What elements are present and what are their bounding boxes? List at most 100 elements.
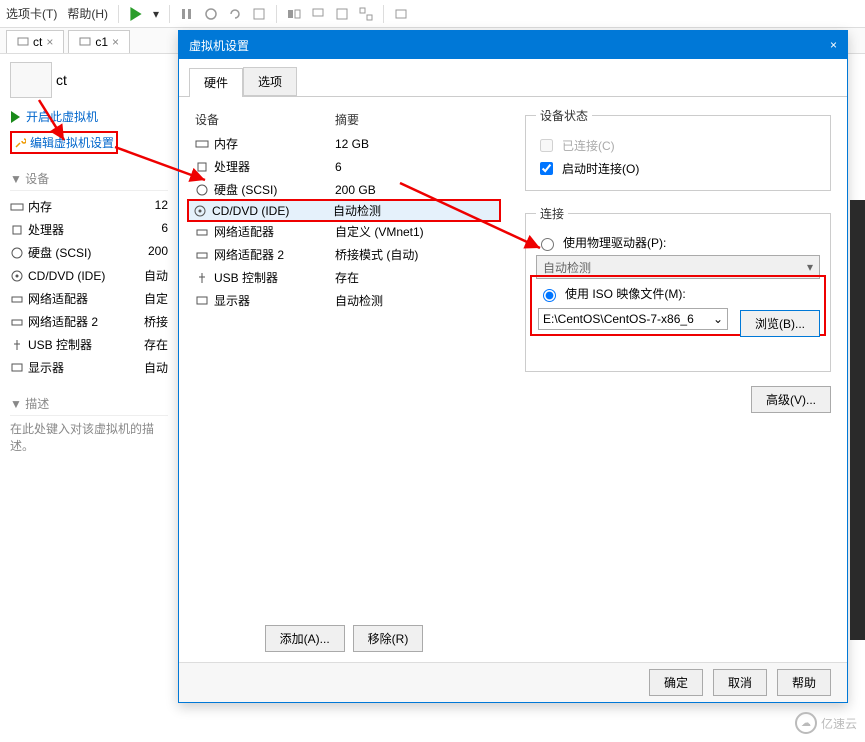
col-device-header: 设备 (195, 111, 335, 128)
edit-settings-link[interactable]: 编辑虚拟机设置 (10, 131, 168, 154)
network-icon (10, 315, 24, 329)
cloud-icon: ☁ (795, 712, 817, 734)
hw-row[interactable]: 显示器自动 (10, 356, 168, 379)
power-on-link[interactable]: 开启此虚拟机 (10, 108, 168, 125)
connected-checkbox[interactable]: 已连接(C) (536, 136, 820, 155)
close-icon[interactable]: × (112, 35, 119, 49)
unity-icon[interactable] (359, 7, 373, 21)
separator (383, 5, 384, 23)
background-strip (850, 200, 865, 640)
tab-label: c1 (95, 35, 108, 49)
wrench-icon (14, 137, 26, 149)
list-item-cddvd[interactable]: CD/DVD (IDE)自动检测 (187, 199, 501, 222)
tab-options[interactable]: 选项 (243, 67, 297, 96)
add-button[interactable]: 添加(A)... (265, 625, 345, 652)
usb-icon (10, 338, 24, 352)
display-icon (10, 361, 24, 375)
use-iso-radio[interactable]: 使用 ISO 映像文件(M): (538, 285, 818, 302)
hw-row[interactable]: CD/DVD (IDE)自动 (10, 264, 168, 287)
list-item[interactable]: 网络适配器自定义 (VMnet1) (189, 220, 499, 243)
left-hw-list: 内存12 处理器6 硬盘 (SCSI)200 CD/DVD (IDE)自动 网络… (10, 195, 168, 379)
watermark: ☁ 亿速云 (795, 712, 857, 734)
list-item[interactable]: 网络适配器 2桥接模式 (自动) (189, 243, 499, 266)
dialog-title: 虚拟机设置 (189, 37, 249, 54)
vm-icon (17, 36, 29, 48)
manage-icon[interactable] (252, 7, 266, 21)
link-label: 开启此虚拟机 (26, 108, 98, 125)
list-item[interactable]: 内存12 GB (189, 132, 499, 155)
hw-row[interactable]: 网络适配器 2桥接 (10, 310, 168, 333)
tab-ct[interactable]: ct × (6, 30, 64, 53)
devices-heading: ▼ 设备 (10, 170, 168, 191)
disk-icon (195, 183, 209, 197)
hw-row[interactable]: USB 控制器存在 (10, 333, 168, 356)
connect-at-poweron-checkbox[interactable]: 启动时连接(O) (536, 159, 820, 178)
library-icon[interactable] (394, 7, 408, 21)
revert-icon[interactable] (228, 7, 242, 21)
view2-icon[interactable] (311, 7, 325, 21)
description-placeholder[interactable]: 在此处键入对该虚拟机的描述。 (10, 420, 168, 454)
tab-hardware[interactable]: 硬件 (189, 68, 243, 97)
list-item[interactable]: 处理器6 (189, 155, 499, 178)
dialog-footer: 确定 取消 帮助 (179, 662, 847, 702)
link-label: 编辑虚拟机设置 (30, 134, 114, 151)
vm-icon (79, 36, 91, 48)
vm-thumbnail (10, 62, 52, 98)
view-icon[interactable] (287, 7, 301, 21)
hardware-list: 内存12 GB 处理器6 硬盘 (SCSI)200 GB CD/DVD (IDE… (189, 132, 499, 312)
list-item[interactable]: USB 控制器存在 (189, 266, 499, 289)
cancel-button[interactable]: 取消 (713, 669, 767, 696)
device-detail-panel: 设备状态 已连接(C) 启动时连接(O) 连接 使用物理驱动器(P): 自动检测… (509, 97, 847, 697)
col-summary-header: 摘要 (335, 111, 359, 128)
separator (276, 5, 277, 23)
vm-summary-pane: ct 开启此虚拟机 编辑虚拟机设置 ▼ 设备 内存12 处理器6 硬盘 (SCS… (0, 54, 178, 742)
network-icon (195, 225, 209, 239)
group-label: 连接 (536, 205, 568, 222)
network-icon (10, 292, 24, 306)
memory-icon (195, 137, 209, 151)
hw-row[interactable]: 硬盘 (SCSI)200 (10, 241, 168, 264)
fullscreen-icon[interactable] (335, 7, 349, 21)
close-icon[interactable]: × (830, 38, 837, 52)
advanced-button[interactable]: 高级(V)... (751, 386, 831, 413)
help-button[interactable]: 帮助 (777, 669, 831, 696)
disk-icon (10, 246, 24, 260)
cd-icon (193, 204, 207, 218)
usb-icon (195, 271, 209, 285)
hw-row[interactable]: 处理器6 (10, 218, 168, 241)
description-heading: ▼ 描述 (10, 395, 168, 416)
dropdown-caret-icon[interactable]: ▾ (153, 7, 159, 21)
tab-label: ct (33, 35, 42, 49)
chevron-down-icon: ▾ (807, 260, 813, 274)
close-icon[interactable]: × (46, 35, 53, 49)
list-item[interactable]: 显示器自动检测 (189, 289, 499, 312)
hwlist-header: 设备 摘要 (189, 107, 499, 132)
connection-group: 连接 使用物理驱动器(P): 自动检测▾ 使用 ISO 映像文件(M): E:\… (525, 205, 831, 372)
menu-help[interactable]: 帮助(H) (67, 5, 108, 22)
hw-row[interactable]: 内存12 (10, 195, 168, 218)
display-icon (195, 294, 209, 308)
menu-tabs[interactable]: 选项卡(T) (6, 5, 57, 22)
list-item[interactable]: 硬盘 (SCSI)200 GB (189, 178, 499, 201)
top-toolbar: 选项卡(T) 帮助(H) ▾ (0, 0, 865, 28)
memory-icon (10, 200, 24, 214)
cd-icon (10, 269, 24, 283)
browse-button[interactable]: 浏览(B)... (740, 310, 820, 337)
add-remove-row: 添加(A)... 移除(R) (189, 625, 499, 652)
dialog-tabs: 硬件 选项 (179, 59, 847, 97)
separator (118, 5, 119, 23)
play-icon (10, 111, 22, 123)
snapshot-icon[interactable] (204, 7, 218, 21)
cpu-icon (10, 223, 24, 237)
remove-button[interactable]: 移除(R) (353, 625, 424, 652)
tab-c1[interactable]: c1 × (68, 30, 130, 53)
iso-path-value: E:\CentOS\CentOS-7-x86_6 (543, 312, 694, 326)
chevron-down-icon: ⌄ (713, 312, 723, 326)
hw-row[interactable]: 网络适配器自定 (10, 287, 168, 310)
ok-button[interactable]: 确定 (649, 669, 703, 696)
vm-name: ct (56, 72, 67, 88)
use-physical-radio[interactable]: 使用物理驱动器(P): (536, 234, 820, 251)
suspend-icon[interactable] (180, 7, 194, 21)
play-icon[interactable] (129, 7, 143, 21)
iso-path-dropdown[interactable]: E:\CentOS\CentOS-7-x86_6 ⌄ (538, 308, 728, 330)
